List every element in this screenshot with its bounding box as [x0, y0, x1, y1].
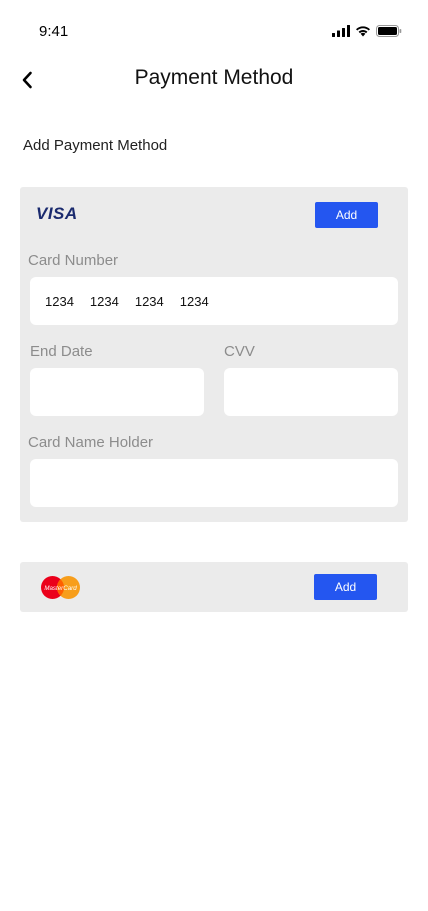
header: Payment Method — [0, 60, 428, 100]
battery-icon — [376, 25, 402, 37]
mastercard-add-button[interactable]: Add — [314, 574, 377, 600]
mastercard-panel: MasterCard Add — [20, 562, 408, 612]
card-number-group-4: 1234 — [179, 293, 209, 309]
signal-icon — [332, 25, 350, 37]
svg-text:MasterCard: MasterCard — [44, 585, 77, 592]
mastercard-logo: MasterCard — [41, 576, 80, 599]
cvv-label: CVV — [224, 343, 255, 360]
cvv-input[interactable] — [224, 368, 398, 416]
visa-add-button[interactable]: Add — [315, 202, 378, 228]
card-number-label: Card Number — [28, 252, 119, 269]
wifi-icon — [356, 26, 370, 37]
status-time: 9:41 — [39, 23, 69, 40]
end-date-input[interactable] — [30, 368, 204, 416]
card-number-group-1: 1234 — [45, 293, 74, 309]
card-number-group-2: 1234 — [89, 293, 119, 309]
visa-logo: VISA — [36, 204, 78, 223]
card-number-input[interactable]: 1234 1234 1234 1234 — [30, 277, 398, 325]
card-number-group-3: 1234 — [134, 293, 164, 309]
status-bar: 9:41 — [0, 0, 428, 60]
visa-card-panel: VISA Add Card Number 1234 1234 1234 1234… — [20, 187, 408, 522]
status-icons — [332, 24, 402, 38]
card-holder-input[interactable] — [30, 459, 398, 507]
end-date-label: End Date — [30, 343, 93, 360]
card-holder-label: Card Name Holder — [28, 434, 154, 451]
section-title: Add Payment Method — [23, 137, 168, 154]
page-title: Payment Method — [134, 66, 294, 89]
